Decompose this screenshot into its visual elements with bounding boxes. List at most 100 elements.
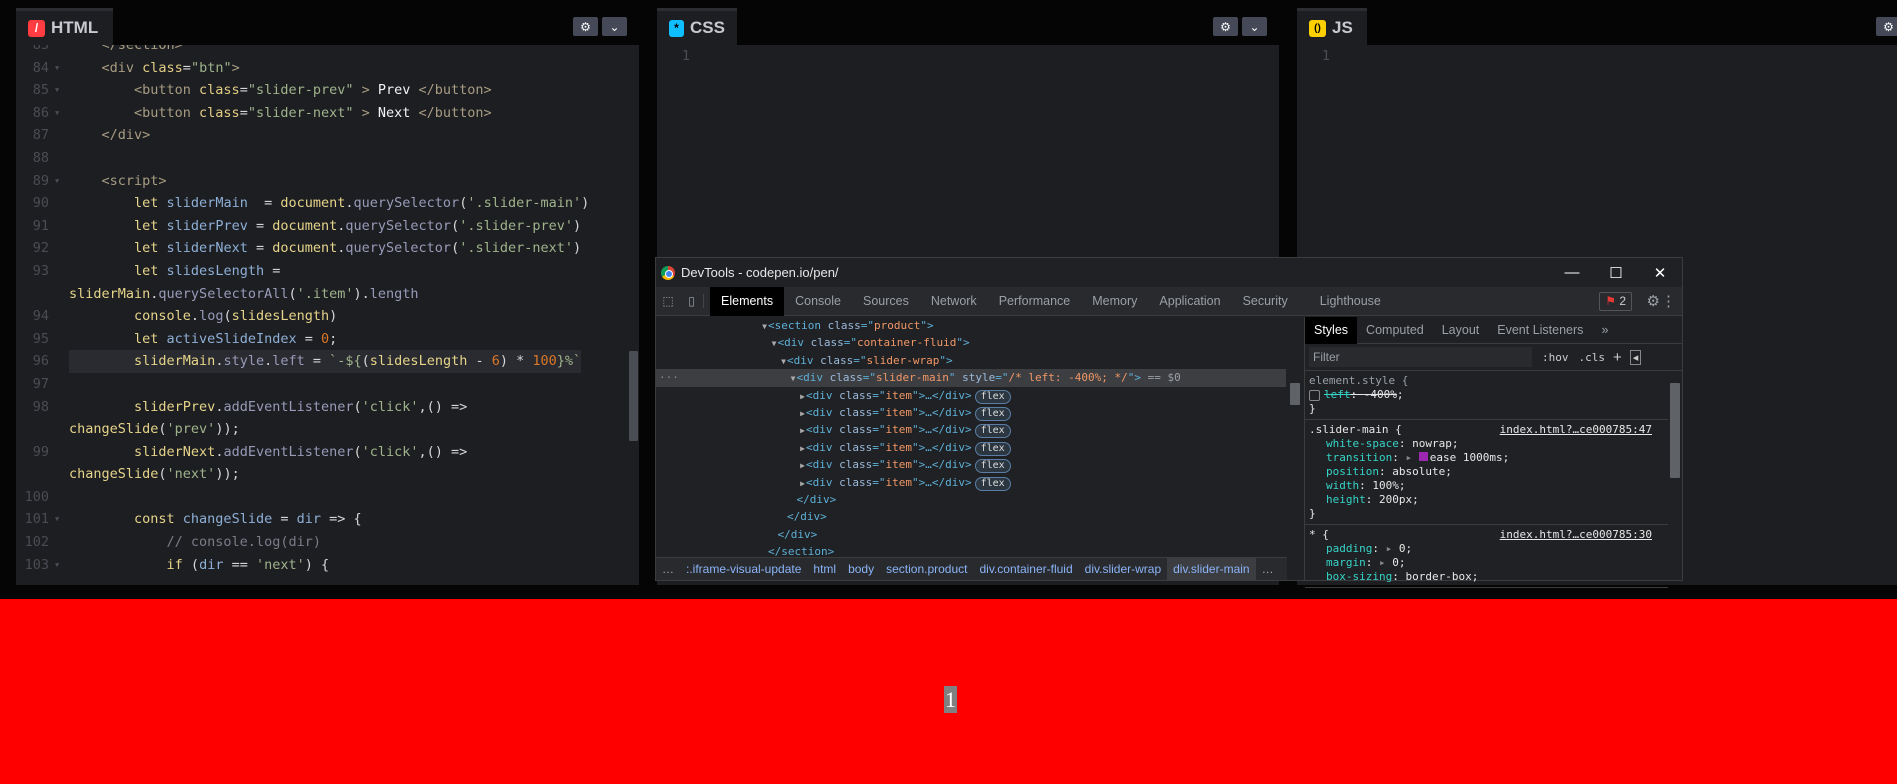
html-code-area[interactable]: 83 </section> 84 ▼ <div class="btn"> 85 ▼ <b…: [16, 34, 639, 576]
gear-icon[interactable]: ⚙: [1647, 292, 1660, 310]
devtools-tab-console[interactable]: Console: [784, 287, 852, 316]
devtools-tab-network[interactable]: Network: [920, 287, 988, 316]
dom-node[interactable]: </div>: [656, 508, 1286, 525]
fold-arrow-icon[interactable]: ▼: [55, 102, 59, 125]
new-rule-icon[interactable]: +: [1613, 349, 1622, 366]
flex-badge[interactable]: flex: [974, 389, 1011, 404]
styles-tab[interactable]: Computed: [1357, 317, 1433, 344]
devtools-tab-performance[interactable]: Performance: [988, 287, 1082, 316]
dom-node[interactable]: </div>: [656, 491, 1286, 508]
expand-arrow-icon[interactable]: ▶: [656, 475, 806, 492]
gear-icon[interactable]: ⚙: [1876, 17, 1897, 36]
dom-node[interactable]: ··· ▼<div class="slider-main" style="/* l…: [656, 369, 1286, 387]
device-toggle-icon[interactable]: ▯: [680, 294, 704, 308]
styles-tab[interactable]: Styles: [1305, 316, 1358, 344]
dom-node[interactable]: ▶<div class="item">…</div> flex: [656, 387, 1286, 404]
breadcrumb-item[interactable]: div.slider-main: [1167, 557, 1256, 581]
inspect-icon[interactable]: ⬚: [656, 294, 680, 308]
css-property[interactable]: white-space: nowrap;: [1309, 437, 1664, 451]
breadcrumb-item[interactable]: section.product: [880, 558, 973, 581]
breadcrumb-item[interactable]: …: [1256, 558, 1280, 581]
expand-arrow-icon[interactable]: ▼: [656, 318, 768, 335]
styles-tab[interactable]: »: [1592, 317, 1617, 344]
expand-arrow-icon[interactable]: ▶: [656, 422, 806, 439]
expand-arrow-icon[interactable]: ▸: [1379, 556, 1392, 569]
breadcrumb-item[interactable]: body: [842, 558, 880, 581]
gear-icon[interactable]: ⚙: [1213, 17, 1238, 36]
fold-arrow-icon[interactable]: ▼: [55, 554, 59, 577]
flex-badge[interactable]: flex: [974, 441, 1011, 456]
css-property[interactable]: height: 200px;: [1309, 493, 1664, 507]
devtools-window[interactable]: DevTools - codepen.io/pen/ — ☐ ✕ ⬚ ▯ Ele…: [655, 257, 1683, 588]
dom-node[interactable]: ▶<div class="item">…</div> flex: [656, 474, 1286, 491]
styles-scrollbar[interactable]: [1670, 383, 1680, 478]
devtools-tab-lighthouse[interactable]: Lighthouse: [1309, 287, 1392, 316]
dom-node[interactable]: ▼<div class="slider-wrap">: [656, 352, 1286, 369]
css-property[interactable]: width: 100%;: [1309, 479, 1664, 493]
fold-arrow-icon[interactable]: ▼: [55, 57, 59, 80]
elements-scrollbar[interactable]: [1290, 383, 1300, 405]
expand-arrow-icon[interactable]: ▼: [656, 353, 787, 370]
expand-arrow-icon[interactable]: ▶: [656, 457, 806, 474]
devtools-tab-application[interactable]: Application: [1148, 287, 1231, 316]
hov-toggle[interactable]: :hov: [1542, 351, 1569, 364]
styles-filter-input[interactable]: Filter: [1309, 347, 1532, 367]
fold-arrow-icon[interactable]: ▼: [55, 79, 59, 102]
styles-tab[interactable]: Layout: [1433, 317, 1489, 344]
close-icon[interactable]: ✕: [1638, 258, 1682, 287]
issues-badge[interactable]: ⚑ 2: [1599, 291, 1632, 311]
devtools-tab-memory[interactable]: Memory: [1081, 287, 1148, 316]
elements-tree[interactable]: ▼<section class="product"> ▼<div class="c…: [656, 317, 1286, 559]
flex-badge[interactable]: flex: [974, 459, 1011, 474]
dom-node[interactable]: ▶<div class="item">…</div> flex: [656, 404, 1286, 421]
dom-node[interactable]: ▼<div class="container-fluid">: [656, 334, 1286, 351]
expand-arrow-icon[interactable]: ▸: [1386, 542, 1399, 555]
tab-html[interactable]: / HTML: [16, 8, 113, 45]
css-property[interactable]: position: absolute;: [1309, 465, 1664, 479]
css-property[interactable]: box-sizing: border-box;: [1309, 570, 1664, 584]
css-property[interactable]: margin: ▸ 0;: [1309, 556, 1664, 570]
more-options-icon[interactable]: ⋮: [1661, 292, 1676, 310]
expand-arrow-icon[interactable]: ▼: [656, 335, 778, 352]
html-editor-panel[interactable]: 83 </section> 84 ▼ <div class="btn"> 85 ▼ <b…: [16, 8, 639, 585]
chevron-down-icon[interactable]: ⌄: [602, 17, 627, 36]
breadcrumb-item[interactable]: div.container-fluid: [973, 558, 1078, 581]
expand-arrow-icon[interactable]: ▸: [1405, 451, 1418, 464]
devtools-tab-elements[interactable]: Elements: [710, 286, 785, 316]
breadcrumb-item[interactable]: div.slider-wrap: [1079, 558, 1167, 581]
expand-arrow-icon[interactable]: ▶: [656, 405, 806, 422]
dom-node[interactable]: ▶<div class="item">…</div> flex: [656, 456, 1286, 474]
editor-scrollbar[interactable]: [629, 351, 638, 441]
devtools-tab-security[interactable]: Security: [1232, 287, 1299, 316]
css-property[interactable]: transition: ▸ ease 1000ms;: [1309, 451, 1664, 465]
css-property[interactable]: left: -400%;: [1309, 388, 1664, 402]
dom-node[interactable]: ▼<section class="product">: [656, 317, 1286, 334]
styles-pane[interactable]: Styles Computed Layout Event Listeners» Fil…: [1304, 316, 1682, 588]
devtools-tab-sources[interactable]: Sources: [852, 287, 920, 316]
more-icon[interactable]: ···: [659, 369, 679, 386]
expand-arrow-icon[interactable]: ▶: [656, 388, 806, 405]
breadcrumb-item[interactable]: :.iframe-visual-update: [680, 558, 807, 581]
breadcrumb-item[interactable]: html: [807, 558, 842, 581]
easing-editor-icon[interactable]: [1418, 452, 1428, 461]
sidebar-toggle-icon[interactable]: ◂: [1629, 349, 1642, 365]
flex-badge[interactable]: flex: [974, 424, 1011, 439]
flex-badge[interactable]: flex: [974, 406, 1011, 421]
cls-toggle[interactable]: .cls: [1579, 351, 1606, 364]
expand-arrow-icon[interactable]: ▶: [656, 440, 806, 457]
chevron-down-icon[interactable]: ⌄: [1242, 17, 1267, 36]
styles-tab[interactable]: Event Listeners: [1488, 317, 1592, 344]
dom-node[interactable]: </div>: [656, 526, 1286, 543]
dom-node[interactable]: ▶<div class="item">…</div> flex: [656, 421, 1286, 439]
breadcrumb-item[interactable]: …: [656, 558, 680, 581]
fold-arrow-icon[interactable]: ▼: [55, 170, 59, 193]
css-property[interactable]: padding: ▸ 0;: [1309, 542, 1664, 556]
fold-arrow-icon[interactable]: ▼: [55, 508, 59, 531]
gear-icon[interactable]: ⚙: [573, 17, 598, 36]
minimize-icon[interactable]: —: [1550, 258, 1594, 287]
rule-source-link[interactable]: index.html?…ce000785:30: [1500, 528, 1652, 542]
maximize-icon[interactable]: ☐: [1594, 258, 1638, 287]
flex-badge[interactable]: flex: [974, 476, 1011, 491]
dom-node[interactable]: ▶<div class="item">…</div> flex: [656, 439, 1286, 456]
checkbox[interactable]: [1309, 389, 1320, 401]
